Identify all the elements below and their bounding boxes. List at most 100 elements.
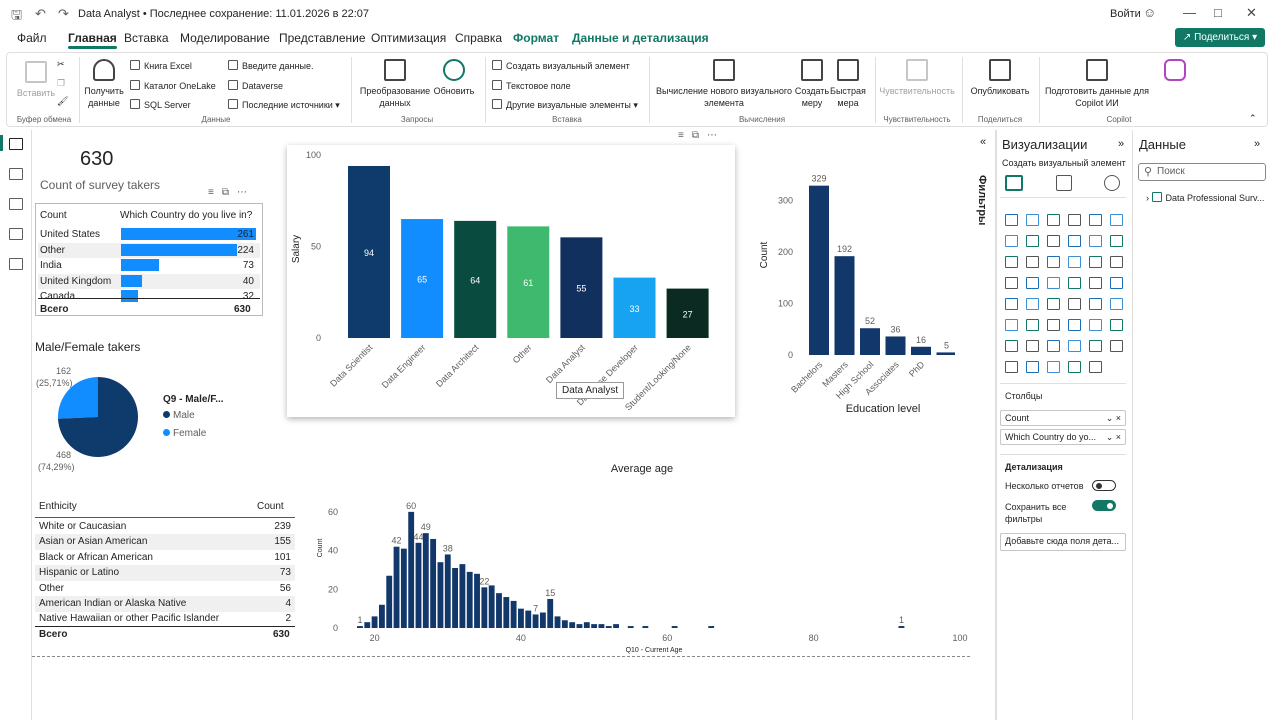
bar[interactable] <box>496 593 502 628</box>
visual-type-icon[interactable] <box>1047 340 1060 352</box>
visual-type-icon[interactable] <box>1005 298 1018 310</box>
bar[interactable] <box>547 598 554 628</box>
visual-type-icon[interactable] <box>1026 256 1039 268</box>
tab-help[interactable]: Справка <box>455 31 502 45</box>
bar[interactable] <box>576 624 583 628</box>
bar[interactable] <box>422 533 429 628</box>
visual-type-icon[interactable] <box>1068 235 1081 247</box>
bar[interactable] <box>532 614 539 628</box>
tab-file[interactable]: Файл <box>17 31 47 45</box>
multi-report-toggle[interactable] <box>1092 480 1116 491</box>
bar[interactable] <box>371 616 378 628</box>
new-visual-button[interactable]: Создать визуальный элемент <box>492 60 630 71</box>
bar[interactable] <box>605 626 612 628</box>
visual-type-icon[interactable] <box>1068 361 1081 373</box>
visual-type-icon[interactable] <box>1026 319 1039 331</box>
redo-icon[interactable]: ↷ <box>58 6 69 22</box>
table-row[interactable]: India 73 <box>38 258 260 273</box>
visual-toolbar[interactable]: ≡⧉⋯ <box>678 130 725 141</box>
get-data-button[interactable]: Получить данные <box>81 59 127 109</box>
analytics-icon[interactable] <box>1104 175 1120 191</box>
table-header-count[interactable]: Count <box>40 210 67 221</box>
bar[interactable] <box>613 624 619 628</box>
visual-type-icon[interactable] <box>1005 277 1018 289</box>
keep-filters-toggle[interactable] <box>1092 500 1116 511</box>
transform-data-button[interactable]: Преобразование данных <box>357 59 433 109</box>
visual-type-icon[interactable] <box>1110 277 1123 289</box>
bar[interactable] <box>539 612 546 628</box>
table-row[interactable]: American Indian or Alaska Native 4 <box>35 596 295 612</box>
salary-bar-chart[interactable]: 0 50 100 Salary 94 Data Scientist 65 Data Engin… <box>287 145 735 417</box>
refresh-button[interactable]: Обновить <box>431 59 477 97</box>
visual-type-icon[interactable] <box>1068 256 1081 268</box>
ethnicity-table[interactable]: Enthicity Count White or Caucasian 239 Asi… <box>35 498 295 644</box>
visual-type-icon[interactable] <box>1110 256 1123 268</box>
close-icon[interactable]: ✕ <box>1246 5 1257 21</box>
cut-icon[interactable]: ✂ <box>57 59 65 70</box>
tab-optimize[interactable]: Оптимизация <box>371 31 446 45</box>
table-row[interactable]: Hispanic or Latino 73 <box>35 565 295 581</box>
bar[interactable] <box>481 587 488 628</box>
bar[interactable] <box>408 511 415 628</box>
bar[interactable] <box>554 616 561 628</box>
table-row[interactable]: Native Hawaiian or other Pacific Islande… <box>35 611 295 627</box>
bar[interactable] <box>885 336 906 355</box>
visual-type-icon[interactable] <box>1047 298 1060 310</box>
bar[interactable] <box>444 554 451 628</box>
maximize-icon[interactable]: □ <box>1214 5 1222 20</box>
table-row[interactable]: Other 56 <box>35 581 295 597</box>
bar[interactable] <box>627 626 634 628</box>
visual-type-icon[interactable] <box>1068 277 1081 289</box>
visual-type-icon[interactable] <box>1089 298 1102 310</box>
visual-type-icon[interactable] <box>1110 319 1123 331</box>
table-header-ethnicity[interactable]: Enthicity <box>39 501 77 512</box>
bar[interactable] <box>400 548 407 628</box>
table-row[interactable]: United Kingdom 40 <box>38 273 260 289</box>
bar[interactable] <box>518 608 524 628</box>
tab-modeling[interactable]: Моделирование <box>180 31 270 45</box>
visual-type-icon[interactable] <box>1026 277 1039 289</box>
table-row[interactable]: Other 224 <box>38 242 260 258</box>
visual-type-icon[interactable] <box>1110 298 1123 310</box>
copilot-prep-button[interactable]: Подготовить данные для Copilot ИИ <box>1041 59 1153 109</box>
bar[interactable] <box>466 571 473 628</box>
visual-type-icon[interactable] <box>1047 214 1060 226</box>
signin-link[interactable]: Войти <box>1110 8 1141 20</box>
table-row[interactable]: Canada 32 <box>38 289 260 304</box>
dax-view-icon[interactable] <box>9 228 23 240</box>
bar[interactable] <box>386 575 393 628</box>
visual-type-icon[interactable] <box>1047 319 1060 331</box>
bar[interactable] <box>569 622 576 628</box>
bar[interactable] <box>510 600 517 628</box>
bar[interactable] <box>452 568 459 628</box>
enter-data-button[interactable]: Введите данные. <box>228 60 313 71</box>
bar[interactable] <box>430 538 437 628</box>
bar[interactable] <box>936 352 956 355</box>
legend-item-female[interactable]: Female <box>163 428 206 439</box>
drillthrough-well[interactable]: Добавьте сюда поля дета... <box>1000 533 1126 551</box>
expand-filters-icon[interactable]: « <box>980 136 986 148</box>
new-calc-button[interactable]: Вычисление нового визуального элемента <box>651 59 797 109</box>
visual-type-icon[interactable] <box>1047 235 1060 247</box>
bar[interactable] <box>378 604 385 628</box>
copilot-button[interactable] <box>1155 59 1195 85</box>
tab-data-drill[interactable]: Данные и детализация <box>572 31 709 45</box>
format-visual-icon[interactable] <box>1056 175 1072 191</box>
bar[interactable] <box>834 256 855 355</box>
visual-type-icon[interactable] <box>1089 361 1102 373</box>
visual-type-icon[interactable] <box>1110 340 1123 352</box>
visual-toolbar[interactable]: ≡⧉⋯ <box>208 187 255 198</box>
dataverse-button[interactable]: Dataverse <box>228 80 283 91</box>
visual-type-icon[interactable] <box>1005 214 1018 226</box>
bar[interactable] <box>357 626 363 628</box>
table-row[interactable]: Asian or Asian American 155 <box>35 534 295 550</box>
visual-type-icon[interactable] <box>1005 319 1018 331</box>
bar[interactable] <box>809 185 829 355</box>
recent-sources-button[interactable]: Последние источники ▾ <box>228 99 340 111</box>
age-histogram[interactable]: Average age 0 20 40 60 20 40 60 80 100 Count Q10 - … <box>310 458 980 658</box>
education-bar-chart[interactable]: 0100200300Count329Bachelors192Masters52H… <box>755 150 955 440</box>
share-button[interactable]: ↗ Поделиться ▾ <box>1175 28 1265 47</box>
sensitivity-button[interactable]: Чувствительность <box>877 59 957 97</box>
visual-type-icon[interactable] <box>1047 361 1060 373</box>
salary-chart-card[interactable]: 0 50 100 Salary 94 Data Scientist 65 Data Engin… <box>287 145 735 417</box>
